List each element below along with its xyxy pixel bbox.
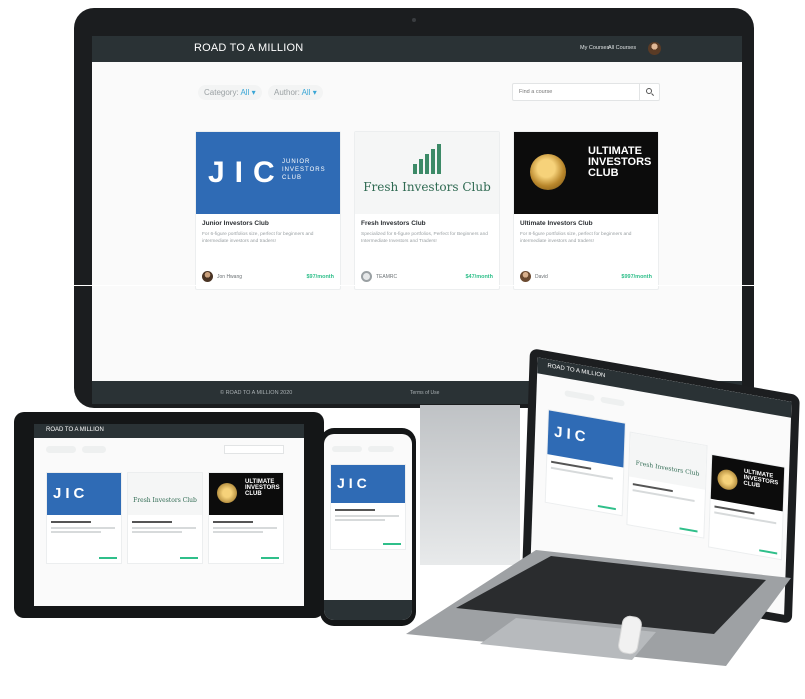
tablet-course-card: Fresh Investors Club [127, 472, 203, 564]
tablet-fresh-logo: Fresh Investors Club [128, 473, 202, 515]
fresh-logo: Fresh Investors Club [355, 132, 499, 214]
search-button[interactable] [639, 84, 659, 100]
course-author: Jon Hwang [217, 274, 243, 280]
author-filter-label: Author: [274, 88, 300, 97]
desktop-screen: ROAD TO A MILLION My Courses All Courses… [92, 36, 742, 404]
tablet-category-filter [46, 446, 76, 453]
divider-line [0, 285, 805, 286]
course-thumbnail: JIC JUNIOR INVESTORS CLUB [196, 132, 340, 214]
tablet-course-card: JIC [46, 472, 122, 564]
tablet-search [224, 445, 284, 454]
author-avatar [361, 271, 372, 282]
user-avatar[interactable] [648, 42, 661, 55]
course-author: TEAMRC [376, 274, 398, 280]
tablet-jic-logo: JIC [47, 473, 121, 515]
search-icon [646, 88, 652, 94]
course-title[interactable]: Ultimate Investors Club [520, 220, 593, 227]
jic-logo: JIC JUNIOR INVESTORS CLUB [196, 132, 340, 214]
course-card[interactable]: ULTIMATE INVESTORS CLUB Ultimate Investo… [513, 131, 659, 290]
category-filter[interactable]: Category: All ▾ [198, 85, 262, 100]
course-author: David [535, 274, 548, 280]
site-logo[interactable]: ROAD TO A MILLION [194, 42, 303, 54]
course-description: For 8-figure portfolios size, perfect fo… [520, 232, 632, 244]
course-description: For 6-figure portfolios size, perfect fo… [202, 232, 314, 244]
course-card[interactable]: JIC JUNIOR INVESTORS CLUB Junior Investo… [195, 131, 341, 290]
author-avatar [520, 271, 531, 282]
category-filter-label: Category: [204, 88, 239, 97]
tablet-brand: ROAD TO A MILLION [46, 427, 104, 433]
tablet-device: ROAD TO A MILLION JIC Fresh Investors Cl… [14, 412, 324, 618]
tablet-course-card: ULTIMATE INVESTORS CLUB [208, 472, 284, 564]
course-price: $47/month [465, 274, 493, 280]
bar-chart-icon [413, 144, 443, 174]
phone-course-card: JIC [330, 464, 406, 550]
course-search [512, 83, 660, 101]
gold-coin-icon [530, 154, 566, 190]
course-description: Specialized for 6-figure portfolios, Per… [361, 232, 488, 244]
fresh-logo-name: Fresh Investors Club [363, 180, 491, 194]
chevron-down-icon: ▾ [310, 88, 317, 97]
nav-all-courses[interactable]: All Courses [608, 45, 636, 51]
phone-author-filter [368, 446, 394, 452]
chevron-down-icon: ▾ [249, 88, 256, 97]
author-avatar [202, 271, 213, 282]
footer-copyright: © ROAD TO A MILLION 2020 [220, 390, 293, 396]
top-navigation-bar: ROAD TO A MILLION My Courses All Courses [92, 36, 742, 62]
ultimate-logo-words: ULTIMATE INVESTORS CLUB [588, 145, 652, 179]
search-input[interactable] [513, 84, 639, 100]
jic-logo-words: JUNIOR INVESTORS CLUB [282, 159, 326, 181]
laptop-course-card: JIC [544, 409, 626, 517]
tablet-ultimate-logo: ULTIMATE INVESTORS CLUB [209, 473, 283, 515]
course-title[interactable]: Junior Investors Club [202, 220, 269, 227]
tablet-author-filter [82, 446, 106, 453]
terms-of-use-link[interactable]: Terms of Use [410, 390, 439, 396]
author-filter[interactable]: Author: All ▾ [268, 85, 323, 100]
course-title[interactable]: Fresh Investors Club [361, 220, 426, 227]
ultimate-logo: ULTIMATE INVESTORS CLUB [514, 132, 658, 214]
jic-logo-letters: JIC [208, 156, 285, 189]
tablet-topbar: ROAD TO A MILLION [34, 424, 304, 438]
course-thumbnail: ULTIMATE INVESTORS CLUB [514, 132, 658, 214]
course-price: $997/month [621, 274, 652, 280]
camera-dot [412, 18, 416, 22]
phone-category-filter [332, 446, 362, 452]
phone-jic-logo: JIC [331, 465, 405, 503]
nav-my-courses[interactable]: My Courses [580, 45, 609, 51]
tablet-screen: ROAD TO A MILLION JIC Fresh Investors Cl… [34, 424, 304, 606]
laptop-brand: ROAD TO A MILLION [547, 363, 606, 380]
desktop-monitor: ROAD TO A MILLION My Courses All Courses… [74, 8, 754, 408]
laptop-keyboard-base [406, 550, 791, 666]
course-price: $97/month [306, 274, 334, 280]
course-thumbnail: Fresh Investors Club [355, 132, 499, 214]
course-card[interactable]: Fresh Investors Club Fresh Investors Clu… [354, 131, 500, 290]
laptop-course-card: Fresh Investors Club [626, 431, 708, 539]
